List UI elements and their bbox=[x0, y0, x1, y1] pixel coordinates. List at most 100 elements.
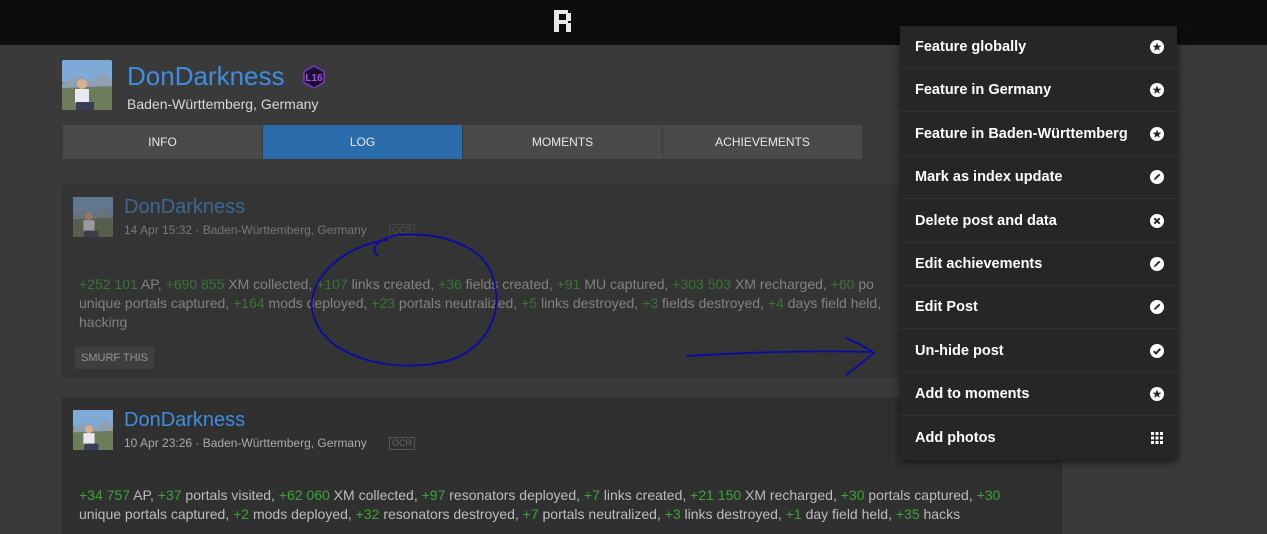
stat-label: links created, bbox=[599, 487, 691, 503]
stat-label: fields destroyed, bbox=[658, 295, 768, 311]
stat-label: XM collected, bbox=[329, 487, 422, 503]
stat-value: +35 bbox=[895, 506, 920, 522]
stat-value: +252 101 bbox=[79, 276, 138, 292]
stat-label: AP, bbox=[130, 487, 158, 503]
menu-item-label: Delete post and data bbox=[915, 212, 1057, 229]
menu-mark-index-update[interactable]: Mark as index update bbox=[900, 156, 1177, 199]
stat-value: +91 bbox=[556, 276, 581, 292]
menu-item-label: Edit achievements bbox=[915, 256, 1043, 272]
menu-add-photos[interactable]: Add photos bbox=[900, 416, 1177, 459]
pencil-icon bbox=[1149, 299, 1165, 315]
star-icon bbox=[1149, 39, 1165, 55]
x-icon bbox=[1149, 213, 1165, 229]
menu-add-to-moments[interactable]: Add to moments bbox=[900, 373, 1177, 416]
tab-log[interactable]: LOG bbox=[263, 125, 462, 159]
menu-item-label: Mark as index update bbox=[915, 169, 1063, 185]
profile-avatar[interactable] bbox=[62, 60, 112, 110]
check-icon bbox=[1149, 343, 1165, 359]
stat-label: AP, bbox=[137, 276, 166, 292]
smurf-this-button[interactable]: SMURF THIS bbox=[75, 347, 155, 369]
stat-label: resonators deployed, bbox=[445, 487, 584, 503]
stat-label: days field held, bbox=[783, 295, 882, 311]
menu-item-label: Add photos bbox=[915, 429, 996, 446]
stat-value: +4 bbox=[767, 295, 784, 311]
menu-item-label: Un-hide post bbox=[915, 342, 1004, 359]
stat-label: hacks bbox=[919, 506, 961, 522]
stat-value: +21 150 bbox=[690, 487, 742, 503]
profile-name[interactable]: DonDarkness bbox=[127, 61, 285, 92]
menu-feature-globally[interactable]: Feature globally bbox=[900, 26, 1177, 69]
menu-item-label: Feature in Germany bbox=[915, 82, 1052, 98]
post-author[interactable]: DonDarkness bbox=[124, 409, 245, 432]
menu-feature-region[interactable]: Feature in Baden-Württemberg bbox=[900, 112, 1177, 156]
stat-value: +62 060 bbox=[278, 487, 330, 503]
stat-label: links created, bbox=[347, 276, 439, 292]
stat-label: po bbox=[854, 276, 874, 292]
stat-label: hacking bbox=[79, 314, 128, 330]
menu-edit-post[interactable]: Edit Post bbox=[900, 286, 1177, 329]
ocr-badge: OCR bbox=[389, 224, 415, 237]
post-avatar[interactable] bbox=[73, 197, 113, 237]
grid-icon bbox=[1149, 430, 1165, 446]
menu-unhide-post[interactable]: Un-hide post bbox=[900, 329, 1177, 373]
profile-tabs: INFO LOG MOMENTS ACHIEVEMENTS bbox=[63, 125, 863, 159]
stat-label: fields created, bbox=[461, 276, 557, 292]
stat-value: +7 bbox=[583, 487, 600, 503]
stat-value: +107 bbox=[316, 276, 348, 292]
stat-value: +36 bbox=[438, 276, 462, 292]
stat-value: +5 bbox=[521, 295, 538, 311]
star-icon bbox=[1149, 126, 1165, 142]
post-author[interactable]: DonDarkness bbox=[124, 196, 245, 219]
profile-location: Baden-Württemberg, Germany bbox=[127, 96, 319, 112]
post-stats: +252 101 AP, +690 855 XM collected, +107… bbox=[79, 275, 1039, 332]
stat-value: +2 bbox=[233, 506, 250, 522]
stat-label: unique portals captured, bbox=[79, 506, 234, 522]
tab-moments[interactable]: MOMENTS bbox=[463, 125, 662, 159]
stat-label: XM recharged, bbox=[731, 276, 831, 292]
stat-label: unique portals captured, bbox=[79, 295, 234, 311]
post-meta: 10 Apr 23:26 · Baden-Württemberg, German… bbox=[124, 436, 367, 450]
menu-edit-achievements[interactable]: Edit achievements bbox=[900, 243, 1177, 286]
stat-label: XM recharged, bbox=[741, 487, 841, 503]
stat-value: +37 bbox=[157, 487, 182, 503]
stat-label: portals captured, bbox=[864, 487, 977, 503]
stat-value: +1 bbox=[785, 506, 802, 522]
level-badge-icon: L16 bbox=[303, 65, 325, 89]
menu-item-label: Feature in Baden-Württemberg bbox=[915, 125, 1128, 142]
stat-label: portals neutralized, bbox=[395, 295, 522, 311]
menu-item-label: Feature globally bbox=[915, 39, 1027, 55]
stat-value: +32 bbox=[355, 506, 380, 522]
stat-label: XM collected, bbox=[224, 276, 317, 292]
level-badge-text: L16 bbox=[305, 73, 323, 84]
pencil-icon bbox=[1149, 169, 1165, 185]
stat-value: +60 bbox=[830, 276, 855, 292]
stat-label: links destroyed, bbox=[537, 295, 643, 311]
stat-label: links destroyed, bbox=[680, 506, 786, 522]
stat-value: +7 bbox=[522, 506, 539, 522]
stat-label: resonators destroyed, bbox=[379, 506, 523, 522]
stat-value: +30 bbox=[976, 487, 1001, 503]
tab-info[interactable]: INFO bbox=[63, 125, 262, 159]
ocr-badge: OCR bbox=[389, 437, 415, 450]
stat-label: mods deployed, bbox=[264, 295, 372, 311]
stat-value: +303 503 bbox=[672, 276, 732, 292]
stat-value: +34 757 bbox=[79, 487, 130, 503]
stat-value: +23 bbox=[371, 295, 396, 311]
tab-achievements[interactable]: ACHIEVEMENTS bbox=[663, 125, 862, 159]
post-meta: 14 Apr 15:32 · Baden-Württemberg, German… bbox=[124, 223, 367, 237]
pencil-icon bbox=[1149, 256, 1165, 272]
menu-item-label: Add to moments bbox=[915, 386, 1030, 402]
stat-label: MU captured, bbox=[580, 276, 673, 292]
star-icon bbox=[1149, 386, 1165, 402]
post-stats: +34 757 AP, +37 portals visited, +62 060… bbox=[79, 486, 1039, 524]
site-logo[interactable] bbox=[548, 6, 576, 36]
stat-value: +97 bbox=[421, 487, 446, 503]
menu-feature-country[interactable]: Feature in Germany bbox=[900, 69, 1177, 112]
stat-value: +3 bbox=[642, 295, 659, 311]
stat-label: portals neutralized, bbox=[538, 506, 665, 522]
post-context-menu: Feature globally Feature in Germany Feat… bbox=[900, 26, 1177, 460]
post-avatar[interactable] bbox=[73, 410, 113, 450]
menu-delete-post[interactable]: Delete post and data bbox=[900, 199, 1177, 243]
stat-label: mods deployed, bbox=[249, 506, 356, 522]
stat-value: +164 bbox=[233, 295, 265, 311]
